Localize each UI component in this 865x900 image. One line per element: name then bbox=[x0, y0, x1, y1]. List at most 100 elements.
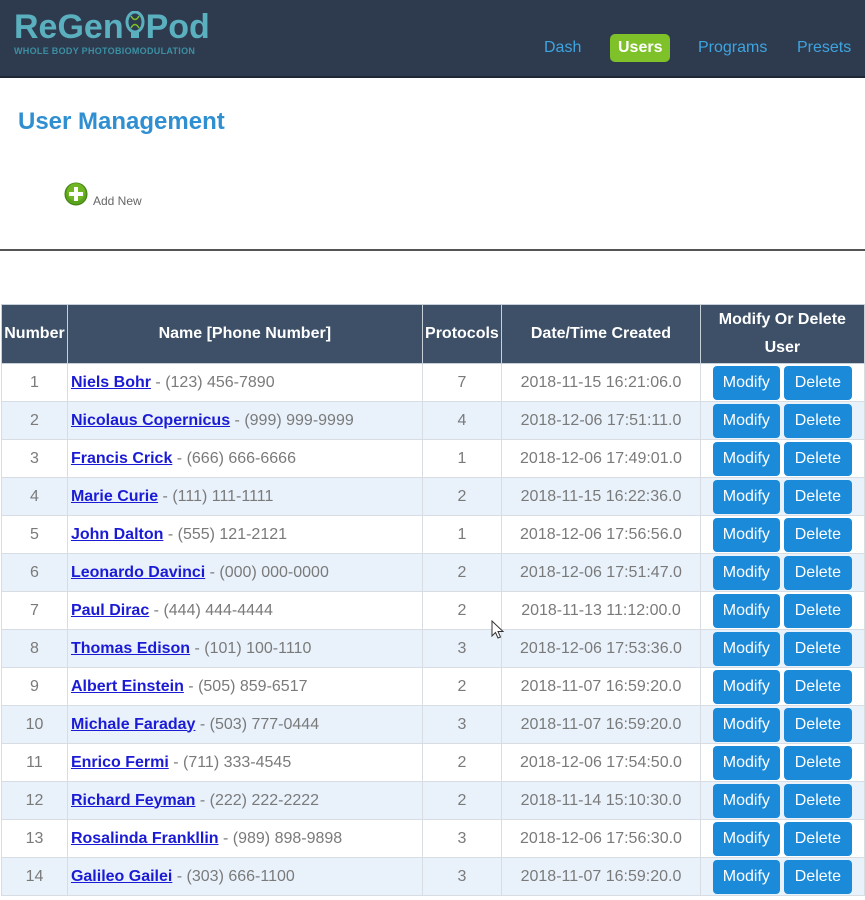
delete-button[interactable]: Delete bbox=[783, 479, 852, 514]
modify-button[interactable]: Modify bbox=[712, 783, 780, 818]
col-actions: Modify Or Delete User bbox=[699, 304, 865, 364]
user-phone: - (303) 666-1100 bbox=[172, 867, 295, 885]
row-name-cell: Nicolaus Copernicus - (999) 999-9999 bbox=[66, 401, 423, 440]
user-name-link[interactable]: Niels Bohr bbox=[71, 374, 151, 391]
delete-button[interactable]: Delete bbox=[783, 593, 852, 628]
delete-button[interactable]: Delete bbox=[783, 631, 852, 666]
row-number: 1 bbox=[1, 363, 68, 402]
delete-button[interactable]: Delete bbox=[783, 517, 852, 552]
user-name-link[interactable]: Marie Curie bbox=[71, 488, 158, 505]
table-row: 3 Francis Crick - (666) 666-6666 1 2018-12-… bbox=[1, 439, 865, 478]
user-phone: - (503) 777-0444 bbox=[195, 715, 320, 733]
user-phone: - (666) 666-6666 bbox=[172, 449, 296, 467]
modify-button[interactable]: Modify bbox=[712, 365, 780, 400]
modify-button[interactable]: Modify bbox=[712, 403, 780, 438]
col-number: Number bbox=[1, 304, 68, 364]
modify-button[interactable]: Modify bbox=[712, 745, 780, 780]
row-created: 2018-12-06 17:56:56.0 bbox=[501, 515, 701, 554]
nav-programs[interactable]: Programs bbox=[698, 34, 767, 62]
row-number: 2 bbox=[1, 401, 68, 440]
row-protocols: 1 bbox=[421, 439, 503, 478]
user-name-link[interactable]: Paul Dirac bbox=[71, 602, 149, 619]
user-phone: - (444) 444-4444 bbox=[149, 601, 273, 619]
user-phone: - (989) 898-9898 bbox=[218, 829, 343, 847]
row-created: 2018-11-14 15:10:30.0 bbox=[501, 781, 701, 820]
row-created: 2018-12-06 17:54:50.0 bbox=[501, 743, 701, 782]
modify-button[interactable]: Modify bbox=[712, 441, 780, 476]
nav-dash[interactable]: Dash bbox=[544, 34, 581, 62]
row-protocols: 3 bbox=[421, 705, 503, 744]
row-created: 2018-11-07 16:59:20.0 bbox=[501, 705, 701, 744]
row-actions: Modify Delete bbox=[699, 705, 865, 744]
row-name-cell: Richard Feyman - (222) 222-2222 bbox=[66, 781, 423, 820]
table-body: 1 Niels Bohr - (123) 456-7890 7 2018-11-15 … bbox=[1, 363, 865, 896]
row-actions: Modify Delete bbox=[699, 401, 865, 440]
delete-button[interactable]: Delete bbox=[783, 403, 852, 438]
row-created: 2018-11-15 16:22:36.0 bbox=[501, 477, 701, 516]
modify-button[interactable]: Modify bbox=[712, 517, 780, 552]
user-phone: - (000) 000-0000 bbox=[205, 563, 329, 581]
row-protocols: 2 bbox=[421, 553, 503, 592]
user-name-link[interactable]: John Dalton bbox=[71, 526, 163, 543]
modify-button[interactable]: Modify bbox=[712, 707, 780, 742]
col-date: Date/Time Created bbox=[501, 304, 701, 364]
modify-button[interactable]: Modify bbox=[712, 593, 780, 628]
table-row: 14 Galileo Gailei - (303) 666-1100 3 2018-1… bbox=[1, 857, 865, 896]
row-number: 3 bbox=[1, 439, 68, 478]
row-number: 4 bbox=[1, 477, 68, 516]
user-phone: - (101) 100-1110 bbox=[190, 639, 312, 657]
row-protocols: 4 bbox=[421, 401, 503, 440]
row-actions: Modify Delete bbox=[699, 629, 865, 668]
user-name-link[interactable]: Galileo Gailei bbox=[71, 868, 172, 885]
col-protocols: Protocols bbox=[421, 304, 503, 364]
row-number: 14 bbox=[1, 857, 68, 896]
user-name-link[interactable]: Nicolaus Copernicus bbox=[71, 412, 230, 429]
modify-button[interactable]: Modify bbox=[712, 821, 780, 856]
user-name-link[interactable]: Michale Faraday bbox=[71, 716, 196, 733]
user-name-link[interactable]: Rosalinda Frankllin bbox=[71, 830, 219, 847]
row-number: 13 bbox=[1, 819, 68, 858]
row-actions: Modify Delete bbox=[699, 743, 865, 782]
delete-button[interactable]: Delete bbox=[783, 859, 852, 894]
modify-button[interactable]: Modify bbox=[712, 479, 780, 514]
row-number: 7 bbox=[1, 591, 68, 630]
user-name-link[interactable]: Richard Feyman bbox=[71, 792, 195, 809]
delete-button[interactable]: Delete bbox=[783, 555, 852, 590]
table-row: 11 Enrico Fermi - (711) 333-4545 2 2018-12-… bbox=[1, 743, 865, 782]
row-name-cell: Galileo Gailei - (303) 666-1100 bbox=[66, 857, 423, 896]
modify-button[interactable]: Modify bbox=[712, 555, 780, 590]
user-name-link[interactable]: Leonardo Davinci bbox=[71, 564, 205, 581]
nav-users[interactable]: Users bbox=[610, 34, 671, 62]
modify-button[interactable]: Modify bbox=[712, 631, 780, 666]
row-protocols: 2 bbox=[421, 743, 503, 782]
delete-button[interactable]: Delete bbox=[783, 669, 852, 704]
user-name-link[interactable]: Thomas Edison bbox=[71, 640, 190, 657]
row-created: 2018-12-06 17:49:01.0 bbox=[501, 439, 701, 478]
row-number: 9 bbox=[1, 667, 68, 706]
delete-button[interactable]: Delete bbox=[783, 783, 852, 818]
delete-button[interactable]: Delete bbox=[783, 365, 852, 400]
row-number: 10 bbox=[1, 705, 68, 744]
user-name-link[interactable]: Enrico Fermi bbox=[71, 754, 169, 771]
row-protocols: 1 bbox=[421, 515, 503, 554]
row-name-cell: John Dalton - (555) 121-2121 bbox=[66, 515, 423, 554]
user-phone: - (999) 999-9999 bbox=[230, 411, 354, 429]
delete-button[interactable]: Delete bbox=[783, 707, 852, 742]
modify-button[interactable]: Modify bbox=[712, 669, 780, 704]
row-name-cell: Michale Faraday - (503) 777-0444 bbox=[66, 705, 423, 744]
user-name-link[interactable]: Francis Crick bbox=[71, 450, 172, 467]
row-actions: Modify Delete bbox=[699, 667, 865, 706]
table-row: 10 Michale Faraday - (503) 777-0444 3 2018-… bbox=[1, 705, 865, 744]
delete-button[interactable]: Delete bbox=[783, 821, 852, 856]
row-actions: Modify Delete bbox=[699, 363, 865, 402]
delete-button[interactable]: Delete bbox=[783, 745, 852, 780]
nav-presets[interactable]: Presets bbox=[797, 34, 851, 62]
delete-button[interactable]: Delete bbox=[783, 441, 852, 476]
row-actions: Modify Delete bbox=[699, 857, 865, 896]
modify-button[interactable]: Modify bbox=[712, 859, 780, 894]
page-title: User Management bbox=[18, 108, 225, 135]
row-protocols: 2 bbox=[421, 667, 503, 706]
row-name-cell: Niels Bohr - (123) 456-7890 bbox=[66, 363, 423, 402]
user-name-link[interactable]: Albert Einstein bbox=[71, 678, 184, 695]
row-actions: Modify Delete bbox=[699, 819, 865, 858]
